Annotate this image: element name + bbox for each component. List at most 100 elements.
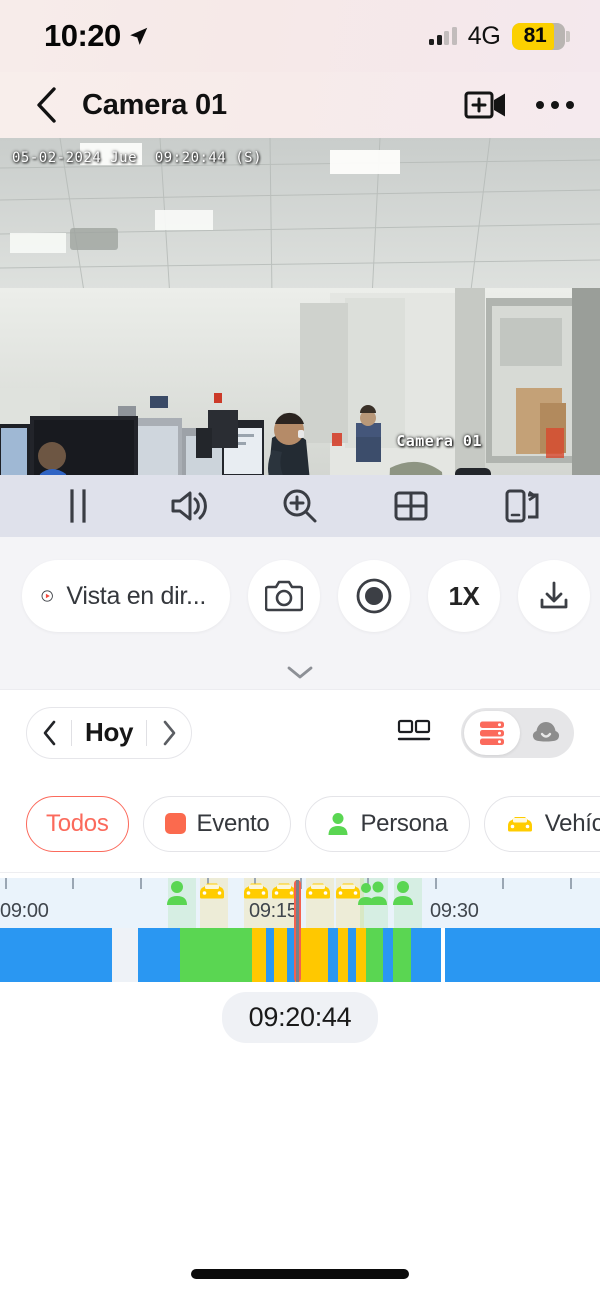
page-title: Camera 01 <box>82 88 227 121</box>
timeline-segment <box>356 928 366 982</box>
chevron-left-icon <box>43 720 55 745</box>
timeline-tick <box>435 878 437 889</box>
magnifier-plus-icon <box>283 489 317 523</box>
filter-chip-evento[interactable]: Evento <box>142 795 292 852</box>
snapshot-button[interactable] <box>248 560 320 632</box>
filter-label: Todos <box>46 809 109 837</box>
timeline-tick-label: 09:30 <box>430 900 479 922</box>
header-actions <box>464 88 574 122</box>
date-selector[interactable]: Hoy <box>26 706 193 759</box>
selected-date-label: Hoy <box>85 717 134 747</box>
home-indicator <box>191 1269 409 1279</box>
action-buttons: Vista en dir... 1X <box>0 537 600 632</box>
timeline-segment <box>338 928 348 982</box>
timeline-tick <box>5 878 7 889</box>
pause-button[interactable] <box>47 481 109 531</box>
timeline-segment <box>252 928 266 982</box>
add-video-camera-icon[interactable] <box>464 88 508 122</box>
timeline-segment <box>112 928 138 982</box>
timeline-tick <box>570 878 572 889</box>
timeline-tick <box>140 878 142 889</box>
timeline-segment <box>328 928 338 982</box>
timeline-event-person[interactable] <box>392 880 414 911</box>
record-button[interactable] <box>338 560 410 632</box>
rotate-screen-button[interactable] <box>491 481 553 531</box>
playback-speed-label: 1X <box>448 580 480 611</box>
live-view-label: Vista en dir... <box>66 581 206 610</box>
video-timestamp-overlay: 05-02-2024 Jue 09:20:44 (S) <box>12 150 263 166</box>
camera-playback-screen: 10:20 4G 81 Camera 01 05-02-2024 Jue 09:… <box>0 0 600 1298</box>
back-button[interactable] <box>26 86 66 124</box>
dual-pane-icon[interactable] <box>397 718 431 748</box>
timeline-segment <box>393 928 411 982</box>
playback-timeline[interactable]: 09:00 09:15 09:30 <box>0 878 600 982</box>
record-circle-icon <box>356 578 392 614</box>
timeline-segment <box>266 928 274 982</box>
timeline-segment <box>366 928 373 982</box>
event-filter-chips: Todos Evento Persona Vehículo <box>0 775 600 873</box>
chevron-down-icon <box>287 666 313 679</box>
cloud-icon <box>532 721 559 741</box>
network-type: 4G <box>467 21 501 50</box>
multiview-button[interactable] <box>380 481 442 531</box>
timeline-event-vehicle[interactable] <box>198 880 226 907</box>
timeline-segment <box>180 928 252 982</box>
play-circle-icon <box>41 590 53 602</box>
filter-label: Vehículo <box>544 809 600 837</box>
chevron-right-icon <box>163 720 176 745</box>
video-player[interactable]: 05-02-2024 Jue 09:20:44 (S) Camera 01 <box>0 138 600 475</box>
player-control-bar <box>0 475 600 537</box>
person-icon <box>328 812 348 835</box>
nvr-source-option[interactable] <box>464 710 520 755</box>
timeline-segment <box>373 928 383 982</box>
timeline-event-person[interactable] <box>166 880 188 911</box>
cloud-source-option[interactable] <box>520 711 571 755</box>
timeline-segment <box>411 928 441 982</box>
status-time: 10:20 <box>44 18 121 53</box>
filter-chip-vehiculo[interactable]: Vehículo <box>483 795 600 852</box>
more-options-button[interactable] <box>536 101 574 109</box>
timeline-segment <box>445 928 600 982</box>
collapse-panel-button[interactable] <box>0 663 600 681</box>
chevron-left-icon <box>37 87 56 123</box>
action-row-section: Vista en dir... 1X <box>0 537 600 689</box>
download-icon <box>540 581 568 609</box>
timeline-event-vehicle[interactable] <box>304 880 332 907</box>
location-arrow-icon <box>129 27 148 45</box>
filter-label: Persona <box>360 809 448 837</box>
page-header: Camera 01 <box>0 72 600 138</box>
timeline-tick <box>502 878 504 889</box>
date-bar-right <box>397 707 574 758</box>
volume-button[interactable] <box>158 481 220 531</box>
status-bar-left: 10:20 <box>44 18 149 54</box>
nvr-storage-icon <box>480 721 504 745</box>
timeline-tick <box>72 878 74 889</box>
camera-icon <box>265 580 303 612</box>
timeline-event-person-group[interactable] <box>358 880 388 911</box>
battery-indicator: 81 <box>511 22 570 50</box>
next-day-button[interactable] <box>147 708 191 758</box>
download-button[interactable] <box>518 560 590 632</box>
status-bar-right: 4G 81 <box>429 22 570 51</box>
current-time-badge: 09:20:44 <box>221 992 379 1043</box>
timeline-event-vehicle[interactable] <box>242 880 270 907</box>
vehicle-car-icon <box>507 816 532 831</box>
storage-source-toggle[interactable] <box>461 707 574 758</box>
timeline-playhead[interactable] <box>294 880 301 982</box>
previous-day-button[interactable] <box>27 708 71 758</box>
timeline-segment <box>138 928 180 982</box>
date-navigation-bar: Hoy <box>0 689 600 775</box>
timeline-segment <box>0 928 112 982</box>
rotate-screen-icon <box>505 489 539 523</box>
speaker-on-icon <box>171 491 207 521</box>
zoom-button[interactable] <box>269 481 331 531</box>
filter-chip-todos[interactable]: Todos <box>26 795 129 852</box>
playback-speed-button[interactable]: 1X <box>428 560 500 632</box>
grid-four-icon <box>394 491 428 521</box>
event-square-icon <box>164 813 186 834</box>
filter-chip-persona[interactable]: Persona <box>305 795 470 852</box>
current-time-row: 09:20:44 <box>0 992 600 1043</box>
status-bar: 10:20 4G 81 <box>0 0 600 72</box>
signal-bars-icon <box>429 26 457 45</box>
live-view-button[interactable]: Vista en dir... <box>22 560 230 632</box>
